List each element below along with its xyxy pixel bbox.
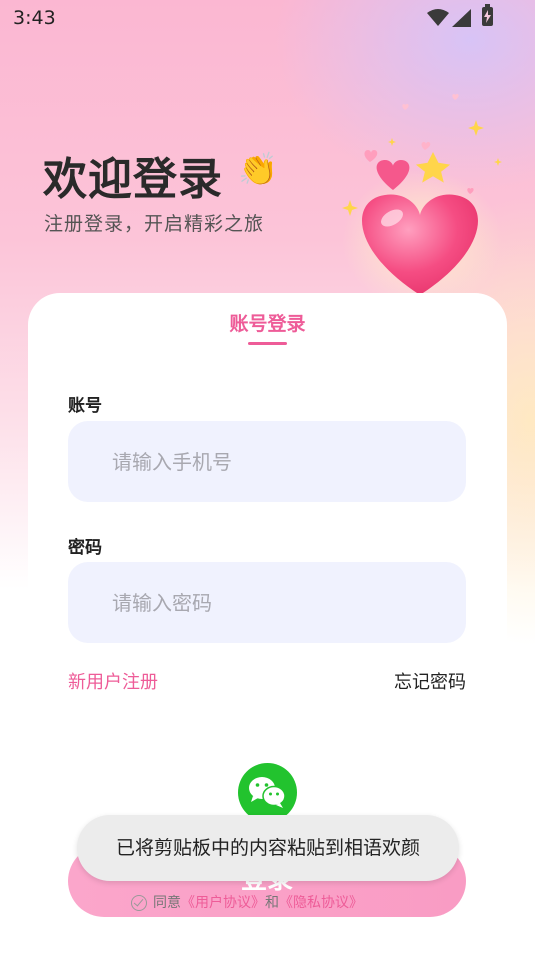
battery-charging-icon <box>482 4 493 26</box>
register-link[interactable]: 新用户注册 <box>68 668 158 694</box>
hearts-illustration <box>342 94 502 310</box>
wifi-icon <box>427 9 449 26</box>
privacy-agreement-link[interactable]: 《隐私协议》 <box>279 895 363 911</box>
page-subtitle: 注册登录，开启精彩之旅 <box>44 213 265 235</box>
password-input[interactable] <box>68 562 466 643</box>
forgot-password-link[interactable]: 忘记密码 <box>394 668 466 694</box>
agreement-row: 同意《用户协议》和《隐私协议》 <box>131 892 363 912</box>
clipboard-toast: 已将剪贴板中的内容粘贴到相语欢颜 <box>77 815 459 881</box>
page-title: 欢迎登录 <box>43 154 223 205</box>
clapping-hands-icon: 👏 <box>238 150 278 188</box>
wechat-icon <box>249 777 286 808</box>
account-label: 账号 <box>68 396 102 416</box>
status-bar: 3:43 <box>0 0 535 36</box>
signal-icon <box>452 9 471 27</box>
account-input[interactable] <box>68 421 466 502</box>
tab-active-indicator <box>248 342 287 345</box>
user-agreement-link[interactable]: 《用户协议》 <box>181 895 265 911</box>
agree-checkbox[interactable] <box>131 895 147 911</box>
status-time: 3:43 <box>13 7 56 29</box>
agree-conjunction: 和 <box>265 895 279 911</box>
wechat-login-button[interactable] <box>238 763 297 822</box>
tab-account-login[interactable]: 账号登录 <box>28 309 507 336</box>
password-label: 密码 <box>68 538 102 558</box>
agree-prefix: 同意 <box>153 895 181 911</box>
